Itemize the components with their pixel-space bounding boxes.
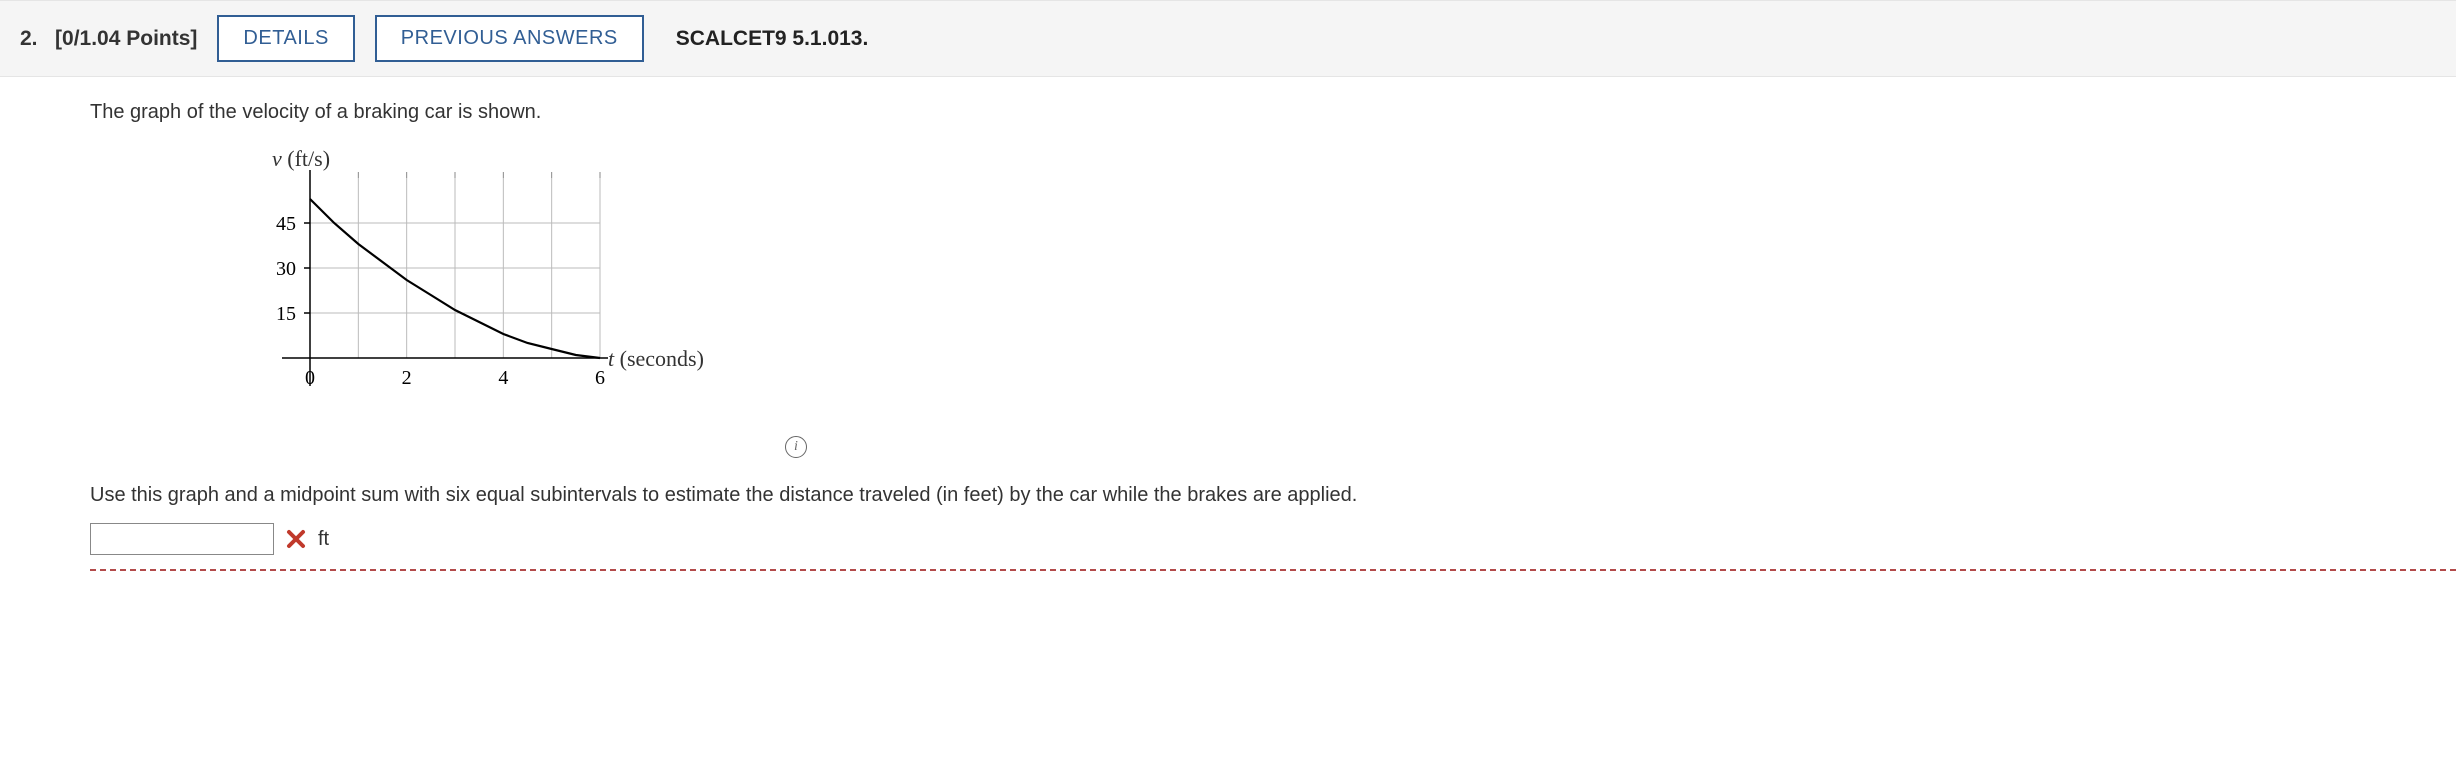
answer-input[interactable] xyxy=(90,523,274,555)
x-axis-label: t (seconds) xyxy=(608,346,704,372)
question-header: 2. [0/1.04 Points] DETAILS PREVIOUS ANSW… xyxy=(0,0,2456,77)
points-text: [0/1.04 Points] xyxy=(55,27,197,50)
y-axis-symbol: v xyxy=(272,146,282,171)
question-text: Use this graph and a midpoint sum with s… xyxy=(90,484,2456,507)
svg-text:2: 2 xyxy=(402,367,412,389)
svg-text:0: 0 xyxy=(305,367,315,389)
svg-text:30: 30 xyxy=(276,258,296,280)
previous-answers-button[interactable]: PREVIOUS ANSWERS xyxy=(375,15,644,62)
book-reference: SCALCET9 5.1.013. xyxy=(676,27,869,51)
y-axis-unit: (ft/s) xyxy=(287,146,330,171)
y-axis-label: v (ft/s) xyxy=(272,146,330,172)
points-label: 2. [0/1.04 Points] xyxy=(20,27,197,51)
prompt-text: The graph of the velocity of a braking c… xyxy=(90,101,2456,124)
wrong-icon xyxy=(286,529,306,549)
question-number: 2. xyxy=(20,27,38,50)
x-axis-symbol: t xyxy=(608,346,614,371)
velocity-chart: v (ft/s) t (seconds) 1530450246 i xyxy=(160,148,800,448)
svg-text:6: 6 xyxy=(595,367,605,389)
x-axis-unit: (seconds) xyxy=(620,346,704,371)
svg-text:15: 15 xyxy=(276,303,296,325)
answer-row: ft xyxy=(90,523,2456,555)
svg-text:4: 4 xyxy=(498,367,508,389)
section-divider xyxy=(90,569,2456,571)
chart-svg: 15 30 45 0 2 4 6 xyxy=(160,148,800,428)
svg-text:45: 45 xyxy=(276,213,296,235)
answer-unit: ft xyxy=(318,528,329,551)
info-icon[interactable]: i xyxy=(785,436,807,458)
details-button[interactable]: DETAILS xyxy=(217,15,354,62)
